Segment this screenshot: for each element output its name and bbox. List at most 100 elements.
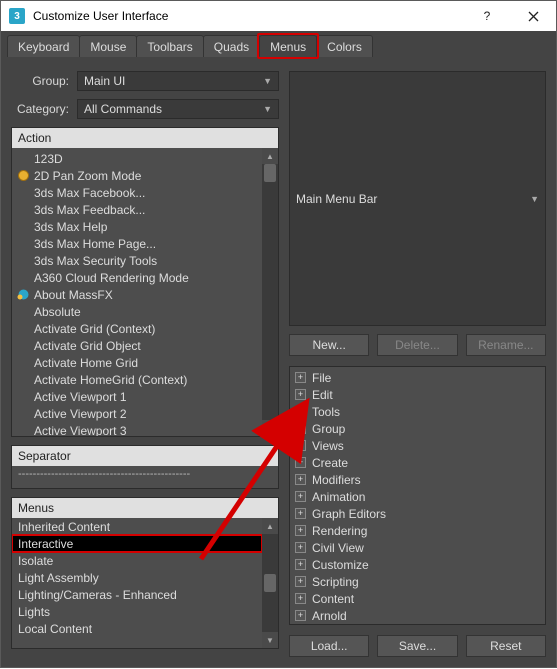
action-item[interactable]: About MassFX xyxy=(12,286,262,303)
menu-tree[interactable]: +File+Edit+Tools+Group+Views+Create+Modi… xyxy=(289,366,546,625)
expand-icon[interactable]: + xyxy=(295,542,306,553)
action-item[interactable]: 3ds Max Help xyxy=(12,218,262,235)
load-button[interactable]: Load... xyxy=(289,635,369,657)
scroll-down-icon[interactable]: ▼ xyxy=(262,632,278,648)
action-item[interactable]: Activate HomeGrid (Context) xyxy=(12,371,262,388)
pan-icon xyxy=(16,168,30,182)
expand-icon[interactable]: + xyxy=(295,440,306,451)
left-column: Group: Main UI ▼ Category: All Commands … xyxy=(11,71,279,657)
menu-select[interactable]: Main Menu Bar ▼ xyxy=(289,71,546,326)
tree-item[interactable]: +File xyxy=(292,369,543,386)
action-item[interactable]: 3ds Max Home Page... xyxy=(12,235,262,252)
action-label: Active Viewport 1 xyxy=(34,390,127,404)
tree-item[interactable]: +Edit xyxy=(292,386,543,403)
tree-item[interactable]: +Modifiers xyxy=(292,471,543,488)
action-item[interactable]: Absolute xyxy=(12,303,262,320)
expand-icon[interactable]: + xyxy=(295,576,306,587)
new-button[interactable]: New... xyxy=(289,334,369,356)
action-item[interactable]: A360 Cloud Rendering Mode xyxy=(12,269,262,286)
menu-select-value: Main Menu Bar xyxy=(296,192,377,206)
tree-item[interactable]: +Scripting xyxy=(292,573,543,590)
tree-item[interactable]: +Create xyxy=(292,454,543,471)
action-item[interactable]: Active Viewport 2 xyxy=(12,405,262,422)
tab-keyboard[interactable]: Keyboard xyxy=(7,35,80,57)
tree-item[interactable]: +Group xyxy=(292,420,543,437)
action-item[interactable]: Activate Grid Object xyxy=(12,337,262,354)
action-item[interactable]: 3ds Max Security Tools xyxy=(12,252,262,269)
save-button[interactable]: Save... xyxy=(377,635,457,657)
expand-icon[interactable]: + xyxy=(295,457,306,468)
delete-button: Delete... xyxy=(377,334,457,356)
expand-icon[interactable]: + xyxy=(295,474,306,485)
tabs: KeyboardMouseToolbarsQuadsMenusColors xyxy=(1,31,556,57)
menus-item[interactable]: Lights xyxy=(12,603,262,620)
expand-icon[interactable]: + xyxy=(295,423,306,434)
action-label: 2D Pan Zoom Mode xyxy=(34,169,141,183)
expand-icon[interactable]: + xyxy=(295,508,306,519)
reset-button[interactable]: Reset xyxy=(466,635,546,657)
tree-item[interactable]: + Arnold xyxy=(292,607,543,624)
tab-colors[interactable]: Colors xyxy=(316,35,373,57)
tree-label: Customize xyxy=(312,558,369,572)
tree-item[interactable]: +Rendering xyxy=(292,522,543,539)
menus-list[interactable]: Inherited ContentInteractiveIsolateLight… xyxy=(12,518,262,648)
tree-item[interactable]: +Civil View xyxy=(292,539,543,556)
action-item[interactable]: 3ds Max Feedback... xyxy=(12,201,262,218)
action-item[interactable]: Activate Grid (Context) xyxy=(12,320,262,337)
close-button[interactable] xyxy=(510,1,556,31)
tab-quads[interactable]: Quads xyxy=(203,35,260,57)
scroll-up-icon[interactable]: ▲ xyxy=(262,518,278,534)
action-item[interactable]: Active Viewport 3 xyxy=(12,422,262,436)
action-list[interactable]: 123D2D Pan Zoom Mode3ds Max Facebook...3… xyxy=(12,148,262,436)
tab-menus[interactable]: Menus xyxy=(259,35,317,57)
action-scrollbar[interactable]: ▲ ▼ xyxy=(262,148,278,436)
expand-icon[interactable]: + xyxy=(295,406,306,417)
menus-item[interactable]: Inherited Content xyxy=(12,518,262,535)
menus-item[interactable]: Light Assembly xyxy=(12,569,262,586)
info-icon xyxy=(16,287,30,301)
action-label: 3ds Max Help xyxy=(34,220,107,234)
separator-item[interactable]: ----------------------------------------… xyxy=(12,466,278,482)
action-item[interactable]: 3ds Max Facebook... xyxy=(12,184,262,201)
menus-scrollbar[interactable]: ▲ ▼ xyxy=(262,518,278,648)
tree-item[interactable]: +Interactive xyxy=(292,624,543,625)
tree-item[interactable]: +Views xyxy=(292,437,543,454)
category-select[interactable]: All Commands ▼ xyxy=(77,99,279,119)
action-item[interactable]: Activate Home Grid xyxy=(12,354,262,371)
action-label: 123D xyxy=(34,152,63,166)
group-select[interactable]: Main UI ▼ xyxy=(77,71,279,91)
app-icon: 3 xyxy=(9,8,25,24)
expand-icon[interactable]: + xyxy=(295,610,306,621)
menus-item[interactable]: Lighting/Cameras - Enhanced xyxy=(12,586,262,603)
expand-icon[interactable]: + xyxy=(295,372,306,383)
expand-icon[interactable]: + xyxy=(295,491,306,502)
expand-icon[interactable]: + xyxy=(295,593,306,604)
action-item[interactable]: 2D Pan Zoom Mode xyxy=(12,167,262,184)
tree-label: Graph Editors xyxy=(312,507,386,521)
group-value: Main UI xyxy=(84,74,125,88)
chevron-down-icon: ▼ xyxy=(263,76,272,86)
tree-item[interactable]: +Content xyxy=(292,590,543,607)
tree-item[interactable]: + Customize xyxy=(292,556,543,573)
expand-icon[interactable]: + xyxy=(295,525,306,536)
action-item[interactable]: Active Viewport 1 xyxy=(12,388,262,405)
menus-item[interactable]: Isolate xyxy=(12,552,262,569)
expand-icon[interactable]: + xyxy=(295,389,306,400)
menus-header: Menus xyxy=(12,498,278,518)
action-label: About MassFX xyxy=(34,288,113,302)
action-label: Activate HomeGrid (Context) xyxy=(34,373,187,387)
help-button[interactable]: ? xyxy=(464,1,510,31)
tab-toolbars[interactable]: Toolbars xyxy=(136,35,203,57)
scroll-up-icon[interactable]: ▲ xyxy=(262,148,278,164)
action-item[interactable]: 123D xyxy=(12,150,262,167)
tree-item[interactable]: +Animation xyxy=(292,488,543,505)
action-label: Active Viewport 2 xyxy=(34,407,127,421)
menus-item[interactable]: Local Content xyxy=(12,620,262,637)
tree-item[interactable]: +Tools xyxy=(292,403,543,420)
menus-item[interactable]: Interactive xyxy=(12,535,262,552)
tree-item[interactable]: + Graph Editors xyxy=(292,505,543,522)
tab-mouse[interactable]: Mouse xyxy=(79,35,137,57)
expand-icon[interactable]: + xyxy=(295,559,306,570)
scroll-down-icon[interactable]: ▼ xyxy=(262,420,278,436)
tree-label: Arnold xyxy=(312,609,347,623)
